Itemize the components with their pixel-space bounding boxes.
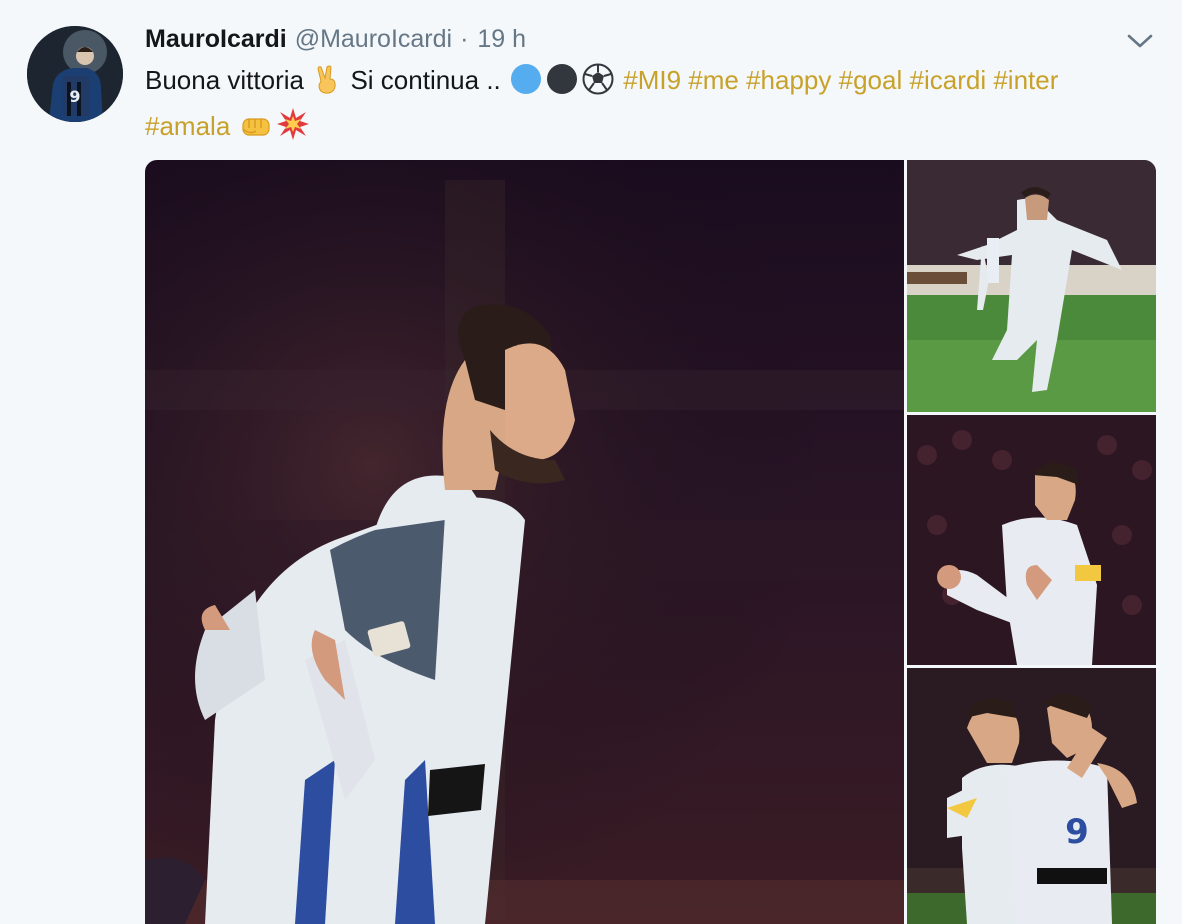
photo-main[interactable] xyxy=(145,160,904,924)
hashtag-link[interactable]: #me xyxy=(688,65,739,95)
display-name[interactable]: MauroIcardi xyxy=(145,22,287,56)
tweet-text-part1: Buona vittoria xyxy=(145,65,304,95)
soccer-ball-emoji xyxy=(582,63,614,106)
victory-hand-emoji xyxy=(313,65,341,106)
media-grid: 9 xyxy=(145,160,1156,924)
chevron-down-icon xyxy=(1127,34,1153,48)
tweet-menu-button[interactable] xyxy=(1124,27,1156,55)
svg-text:9: 9 xyxy=(1065,812,1089,852)
fist-emoji xyxy=(240,111,272,152)
tweet-card: 9 MauroIcardi @MauroIcardi · 19 h Buona … xyxy=(0,0,1182,924)
black-circle-emoji xyxy=(546,63,578,106)
blue-circle-emoji xyxy=(510,63,542,106)
hashtag-link[interactable]: #icardi xyxy=(910,65,987,95)
username[interactable]: @MauroIcardi xyxy=(295,22,452,56)
tweet-text-part2: Si continua .. xyxy=(350,65,501,95)
separator-dot: · xyxy=(460,25,469,53)
photo-side-2[interactable] xyxy=(907,415,1156,665)
photo-side-3[interactable]: 9 xyxy=(907,668,1156,924)
hashtag-link[interactable]: #inter xyxy=(993,65,1058,95)
tweet-header: MauroIcardi @MauroIcardi · 19 h xyxy=(145,22,526,56)
collision-emoji xyxy=(276,107,310,152)
tweet-text: Buona vittoria Si continua .. #MI9 #me #… xyxy=(145,60,1155,152)
hashtag-link[interactable]: #goal xyxy=(839,65,903,95)
hashtag-link[interactable]: #MI9 xyxy=(623,65,681,95)
hashtag-link[interactable]: #happy xyxy=(746,65,831,95)
timestamp[interactable]: 19 h xyxy=(477,22,526,56)
hashtag-link[interactable]: #amala xyxy=(145,111,230,141)
avatar[interactable]: 9 xyxy=(27,26,123,122)
svg-text:9: 9 xyxy=(69,87,80,106)
photo-side-1[interactable] xyxy=(907,160,1156,412)
